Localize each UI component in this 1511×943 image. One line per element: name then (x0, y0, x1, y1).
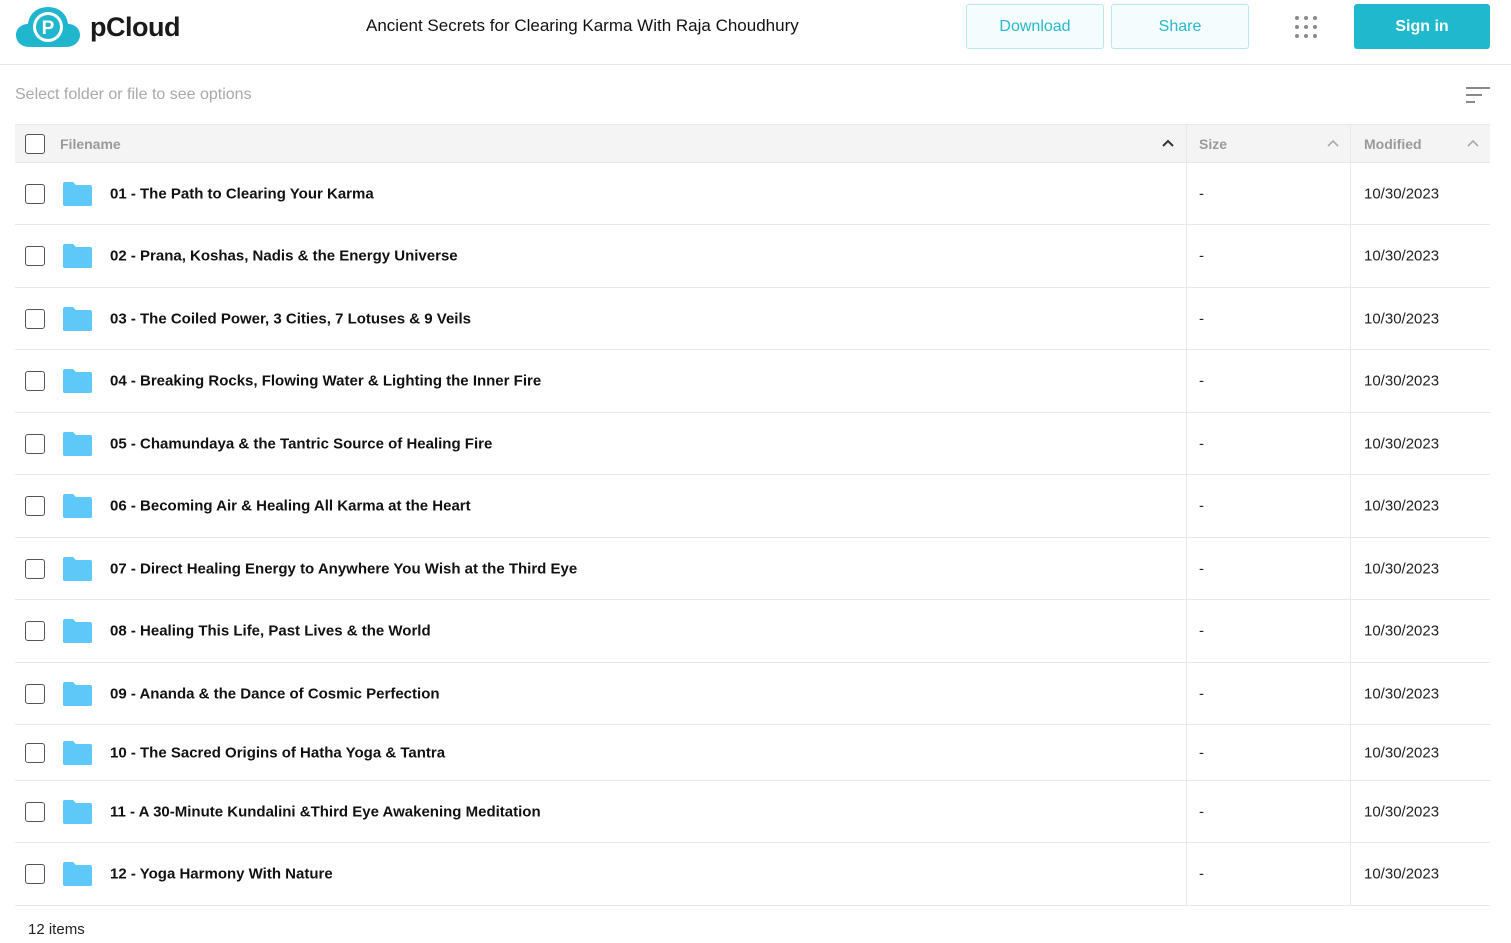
item-count: 12 items (28, 921, 85, 938)
folder-icon (63, 799, 92, 824)
row-checkbox[interactable] (25, 183, 45, 204)
file-name[interactable]: 05 - Chamundaya & the Tantric Source of … (110, 435, 492, 452)
file-size: - (1199, 310, 1204, 327)
row-checkbox[interactable] (25, 742, 45, 763)
table-row[interactable]: 03 - The Coiled Power, 3 Cities, 7 Lotus… (15, 288, 1490, 350)
top-header: P pCloud Ancient Secrets for Clearing Ka… (0, 0, 1511, 65)
file-modified: 10/30/2023 (1364, 372, 1440, 390)
file-modified: 10/30/2023 (1364, 685, 1440, 702)
file-size: - (1199, 865, 1204, 883)
file-name[interactable]: 11 - A 30-Minute Kundalini &Third Eye Aw… (110, 803, 541, 820)
file-name[interactable]: 02 - Prana, Koshas, Nadis & the Energy U… (110, 248, 458, 265)
file-modified: 10/30/2023 (1364, 622, 1440, 640)
column-divider (1186, 124, 1187, 905)
table-row[interactable]: 07 - Direct Healing Energy to Anywhere Y… (15, 538, 1490, 600)
folder-icon (63, 244, 92, 268)
table-row[interactable]: 04 - Breaking Rocks, Flowing Water & Lig… (15, 350, 1490, 413)
table-row[interactable]: 12 - Yoga Harmony With Nature - 10/30/2023 (15, 843, 1490, 906)
file-size: - (1199, 803, 1204, 820)
pcloud-cloud-icon: P (16, 7, 80, 47)
file-modified: 10/30/2023 (1364, 744, 1440, 761)
sort-icon[interactable] (1466, 86, 1490, 104)
file-name[interactable]: 12 - Yoga Harmony With Nature (110, 866, 333, 883)
file-name[interactable]: 07 - Direct Healing Energy to Anywhere Y… (110, 560, 577, 577)
file-name[interactable]: 01 - The Path to Clearing Your Karma (110, 185, 374, 202)
row-checkbox[interactable] (25, 558, 45, 579)
file-modified: 10/30/2023 (1364, 497, 1440, 515)
table-body: 01 - The Path to Clearing Your Karma - 10/… (15, 163, 1490, 906)
chevron-up-icon[interactable] (1162, 138, 1174, 148)
file-name[interactable]: 08 - Healing This Life, Past Lives & the… (110, 623, 431, 640)
folder-icon (63, 369, 92, 393)
table-row[interactable]: 09 - Ananda & the Dance of Cosmic Perfec… (15, 663, 1490, 725)
table-row[interactable]: 05 - Chamundaya & the Tantric Source of … (15, 413, 1490, 475)
folder-icon (63, 431, 92, 456)
folder-icon (63, 306, 92, 331)
file-size: - (1199, 685, 1204, 702)
file-modified: 10/30/2023 (1364, 247, 1440, 265)
download-button[interactable]: Download (966, 4, 1104, 49)
file-size: - (1199, 247, 1204, 265)
file-modified: 10/30/2023 (1364, 310, 1440, 327)
column-filename[interactable]: Filename (60, 125, 121, 162)
file-size: - (1199, 372, 1204, 390)
page-title: Ancient Secrets for Clearing Karma With … (366, 16, 799, 35)
file-modified: 10/30/2023 (1364, 560, 1440, 577)
file-name[interactable]: 09 - Ananda & the Dance of Cosmic Perfec… (110, 685, 440, 702)
file-modified: 10/30/2023 (1364, 865, 1440, 883)
table-row[interactable]: 08 - Healing This Life, Past Lives & the… (15, 600, 1490, 663)
folder-icon (63, 862, 92, 886)
svg-text:P: P (42, 18, 55, 39)
folder-icon (63, 619, 92, 643)
select-all-checkbox[interactable] (25, 134, 45, 154)
file-name[interactable]: 10 - The Sacred Origins of Hatha Yoga & … (110, 744, 445, 761)
row-checkbox[interactable] (25, 683, 45, 704)
chevron-up-icon[interactable] (1327, 138, 1339, 148)
table-row[interactable]: 02 - Prana, Koshas, Nadis & the Energy U… (15, 225, 1490, 288)
row-checkbox[interactable] (25, 801, 45, 822)
folder-icon (63, 556, 92, 581)
pcloud-logo[interactable]: P pCloud (16, 5, 191, 49)
table-row[interactable]: 06 - Becoming Air & Healing All Karma at… (15, 475, 1490, 538)
grid-icon[interactable] (1294, 15, 1318, 39)
file-name[interactable]: 06 - Becoming Air & Healing All Karma at… (110, 498, 471, 515)
chevron-up-icon[interactable] (1467, 138, 1479, 148)
file-modified: 10/30/2023 (1364, 435, 1440, 452)
table-row[interactable]: 01 - The Path to Clearing Your Karma - 10/… (15, 163, 1490, 225)
file-modified: 10/30/2023 (1364, 185, 1440, 202)
column-modified[interactable]: Modified (1364, 125, 1422, 162)
column-size[interactable]: Size (1199, 125, 1227, 162)
row-checkbox[interactable] (25, 864, 45, 884)
table-row[interactable]: 11 - A 30-Minute Kundalini &Third Eye Aw… (15, 781, 1490, 843)
file-table: Filename Size Modified 01 - The Path to … (15, 124, 1490, 906)
file-size: - (1199, 185, 1204, 202)
column-divider (1350, 124, 1351, 905)
row-checkbox[interactable] (25, 308, 45, 329)
file-modified: 10/30/2023 (1364, 803, 1440, 820)
selection-hint: Select folder or file to see options (15, 86, 252, 103)
sign-in-button[interactable]: Sign in (1354, 4, 1490, 49)
row-checkbox[interactable] (25, 496, 45, 516)
folder-icon (63, 494, 92, 518)
table-header: Filename Size Modified (15, 124, 1490, 163)
file-size: - (1199, 744, 1204, 761)
file-name[interactable]: 04 - Breaking Rocks, Flowing Water & Lig… (110, 373, 541, 390)
row-checkbox[interactable] (25, 433, 45, 454)
file-name[interactable]: 03 - The Coiled Power, 3 Cities, 7 Lotus… (110, 310, 471, 327)
table-row[interactable]: 10 - The Sacred Origins of Hatha Yoga & … (15, 725, 1490, 781)
file-size: - (1199, 560, 1204, 577)
folder-icon (63, 681, 92, 706)
row-checkbox[interactable] (25, 621, 45, 641)
row-checkbox[interactable] (25, 246, 45, 266)
row-checkbox[interactable] (25, 371, 45, 391)
file-size: - (1199, 497, 1204, 515)
folder-icon (63, 740, 92, 765)
file-size: - (1199, 622, 1204, 640)
file-size: - (1199, 435, 1204, 452)
brand-name: pCloud (90, 11, 180, 42)
share-button[interactable]: Share (1111, 4, 1249, 49)
folder-icon (63, 181, 92, 206)
